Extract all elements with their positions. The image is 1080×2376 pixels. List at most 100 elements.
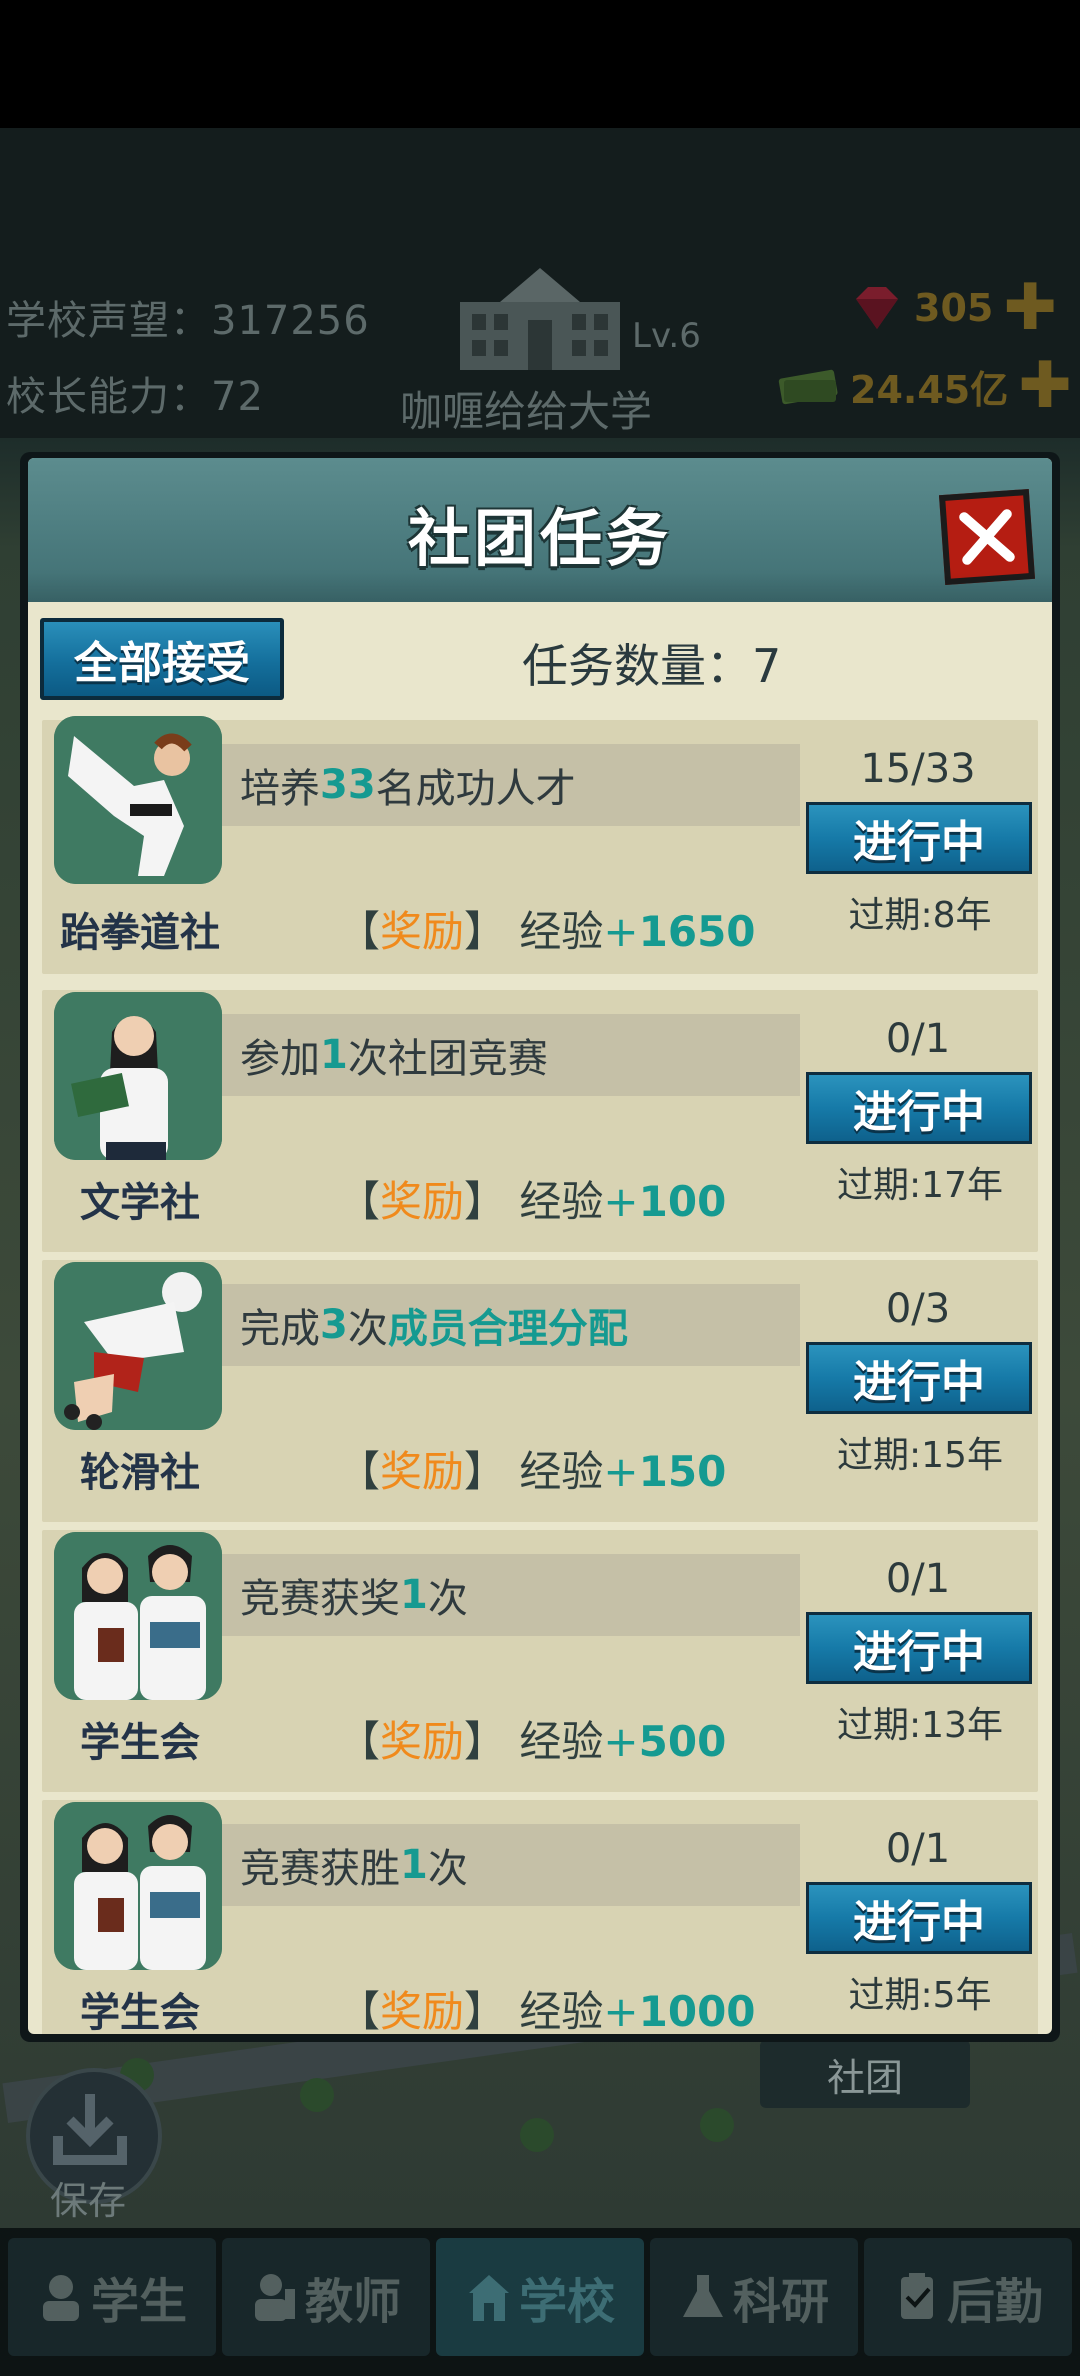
task-expiry: 过期:15年 bbox=[837, 1435, 1003, 1476]
reward-tag: 奖励 bbox=[380, 1987, 465, 2034]
reward-tag: 奖励 bbox=[380, 1447, 465, 1496]
task-card: 完成 3 次成员合理分配 轮滑社 【奖励】 经验+150 0/3 进行中 过期:15… bbox=[42, 1260, 1038, 1522]
task-progress: 0/3 bbox=[885, 1286, 951, 1332]
reward-plus: + bbox=[603, 1447, 639, 1496]
task-description: 培养 33 名成功人才 bbox=[222, 744, 800, 826]
in-progress-button[interactable]: 进行中 bbox=[806, 1072, 1032, 1144]
dialog-title: 社团任务 bbox=[407, 502, 672, 575]
reward-bracket: 】 bbox=[464, 1717, 507, 1766]
close-button[interactable] bbox=[938, 488, 1036, 586]
tree bbox=[700, 2108, 734, 2142]
task-expiry: 过期:8年 bbox=[848, 895, 992, 936]
gems-value: 305 bbox=[914, 286, 994, 330]
bottom-nav: 学生 教师 学校 科研 后勤 bbox=[0, 2228, 1080, 2376]
teacher-icon bbox=[254, 2274, 295, 2321]
reward-plus: + bbox=[603, 1717, 639, 1766]
reward-value: 100 bbox=[638, 1177, 727, 1226]
task-reward: 【奖励】 经验+150 bbox=[338, 1438, 726, 1499]
reward-bracket: 】 bbox=[464, 1987, 507, 2034]
task-text: 参加 bbox=[240, 1036, 320, 1082]
school-building-icon bbox=[450, 262, 630, 374]
reward-tag: 奖励 bbox=[380, 1177, 465, 1226]
dialog-title-bar: 社团任务 bbox=[28, 458, 1052, 602]
task-reward: 【奖励】 经验+1000 bbox=[338, 1978, 756, 2034]
nav-tab-research[interactable]: 科研 bbox=[650, 2238, 858, 2356]
money-icon bbox=[778, 369, 838, 405]
reward-plus: + bbox=[603, 907, 639, 956]
reward-exp-label: 经验 bbox=[519, 1447, 604, 1496]
club-name: 跆拳道社 bbox=[60, 910, 220, 956]
nav-tab-school[interactable]: 学校 bbox=[436, 2238, 644, 2356]
tree bbox=[300, 2078, 334, 2112]
school-level: Lv.6 bbox=[632, 316, 701, 356]
reward-value: 150 bbox=[638, 1447, 727, 1496]
nav-label: 学生 bbox=[90, 2274, 187, 2330]
task-text: 完成 bbox=[240, 1306, 320, 1352]
money-counter[interactable]: 24.45亿 ✚ bbox=[776, 354, 1072, 418]
club-sign[interactable]: 社团 bbox=[760, 2040, 970, 2108]
club-tasks-dialog: 社团任务 全部接受 任务数量：7 培养 33 名成功人才 跆拳道社 【奖励】 经… bbox=[20, 452, 1060, 2042]
club-name: 文学社 bbox=[80, 1180, 200, 1226]
task-text: 竞赛获奖 bbox=[240, 1576, 400, 1622]
task-text: 次社团竞赛 bbox=[347, 1036, 548, 1082]
reward-bracket: 【 bbox=[338, 1717, 381, 1766]
task-card: 参加 1 次社团竞赛 文学社 【奖励】 经验+100 0/1 进行中 过期:17年 bbox=[42, 990, 1038, 1252]
in-progress-button[interactable]: 进行中 bbox=[806, 1612, 1032, 1684]
task-count: 任务数量：7 bbox=[522, 630, 781, 696]
task-count-label: 任务数量： bbox=[522, 639, 752, 693]
reputation-label: 学校声望： bbox=[6, 298, 211, 344]
reputation-row: 学校声望：317256 bbox=[6, 288, 370, 346]
ability-value: 72 bbox=[211, 374, 264, 420]
task-highlight: 成员合理分配 bbox=[387, 1306, 628, 1352]
school-name: 咖喱给给大学 bbox=[400, 387, 653, 436]
task-description: 参加 1 次社团竞赛 bbox=[222, 1014, 800, 1096]
ability-label: 校长能力： bbox=[6, 374, 211, 420]
task-card: 竞赛获胜 1 次 学生会 【奖励】 经验+1000 0/1 进行中 过期:5年 bbox=[42, 1800, 1038, 2034]
in-progress-button[interactable]: 进行中 bbox=[806, 802, 1032, 874]
task-text: 次 bbox=[427, 1576, 468, 1622]
reward-bracket: 【 bbox=[338, 1177, 381, 1226]
nav-tab-teachers[interactable]: 教师 bbox=[222, 2238, 430, 2356]
task-text: 竞赛获胜 bbox=[240, 1846, 400, 1892]
in-progress-button[interactable]: 进行中 bbox=[806, 1342, 1032, 1414]
reward-plus: + bbox=[603, 1177, 639, 1226]
logistics-icon bbox=[900, 2273, 933, 2319]
reader-icon bbox=[54, 992, 222, 1160]
task-expiry: 过期:13年 bbox=[837, 1705, 1003, 1746]
add-gems-icon[interactable]: ✚ bbox=[1003, 276, 1057, 340]
task-text: 次 bbox=[347, 1306, 388, 1352]
accept-all-button[interactable]: 全部接受 bbox=[40, 618, 284, 700]
money-value: 24.45亿 bbox=[850, 367, 1009, 412]
club-name: 学生会 bbox=[80, 1720, 200, 1766]
reward-plus: + bbox=[603, 1987, 639, 2034]
reward-bracket: 【 bbox=[338, 907, 381, 956]
taekwondo-icon bbox=[54, 716, 222, 884]
club-name: 轮滑社 bbox=[80, 1450, 200, 1496]
reward-value: 500 bbox=[638, 1717, 727, 1766]
task-description: 竞赛获奖 1 次 bbox=[222, 1554, 800, 1636]
reward-exp-label: 经验 bbox=[519, 1987, 604, 2034]
reward-bracket: 】 bbox=[464, 1177, 507, 1226]
task-text: 名成功人才 bbox=[375, 766, 576, 812]
task-progress: 0/1 bbox=[885, 1556, 951, 1602]
in-progress-button[interactable]: 进行中 bbox=[806, 1882, 1032, 1954]
nav-label: 学校 bbox=[518, 2274, 615, 2330]
task-reward: 【奖励】 经验+100 bbox=[338, 1168, 726, 1229]
gems-counter[interactable]: 305 ✚ bbox=[850, 276, 1057, 340]
reward-bracket: 【 bbox=[338, 1447, 381, 1496]
tree bbox=[520, 2118, 554, 2152]
nav-tab-students[interactable]: 学生 bbox=[8, 2238, 216, 2356]
status-bar bbox=[0, 0, 1080, 128]
task-progress: 0/1 bbox=[885, 1826, 951, 1872]
dialog-body: 社团任务 全部接受 任务数量：7 培养 33 名成功人才 跆拳道社 【奖励】 经… bbox=[28, 458, 1052, 2034]
task-expiry: 过期:5年 bbox=[848, 1975, 992, 2016]
add-money-icon[interactable]: ✚ bbox=[1018, 354, 1072, 418]
ability-row: 校长能力：72 bbox=[6, 364, 264, 422]
reward-value: 1650 bbox=[638, 907, 756, 956]
task-count-num: 3 bbox=[320, 1302, 348, 1348]
nav-tab-logistics[interactable]: 后勤 bbox=[864, 2238, 1072, 2356]
task-description: 竞赛获胜 1 次 bbox=[222, 1824, 800, 1906]
save-label: 保存 bbox=[50, 2179, 127, 2223]
close-icon bbox=[959, 509, 1015, 565]
students-icon bbox=[54, 1532, 222, 1700]
